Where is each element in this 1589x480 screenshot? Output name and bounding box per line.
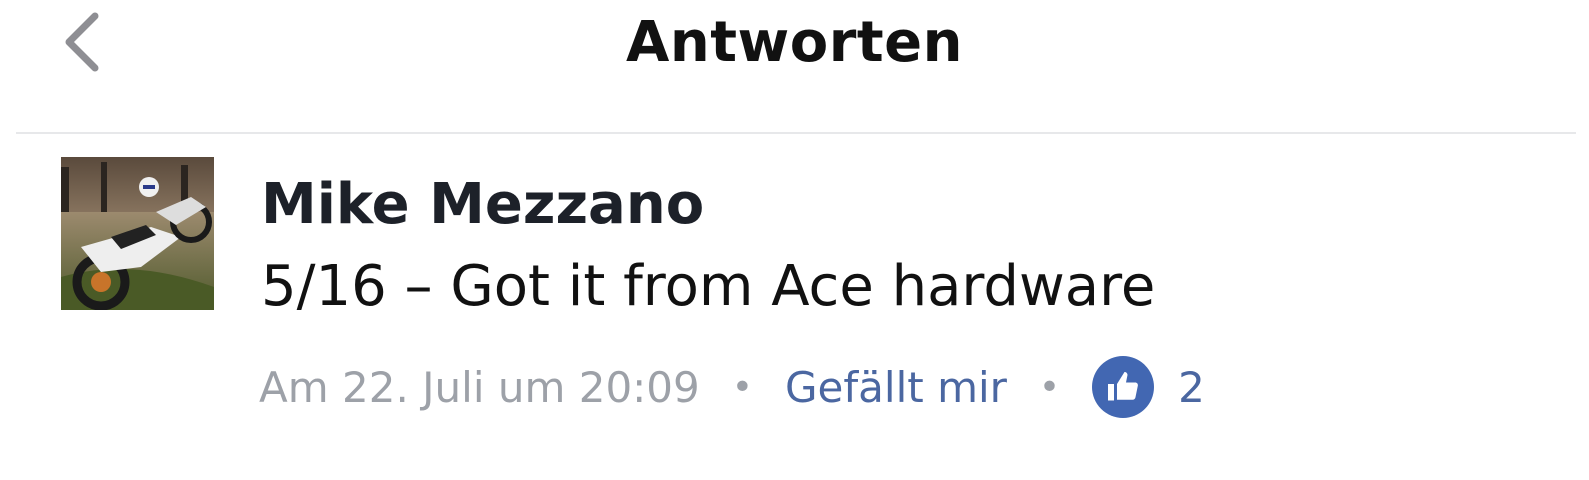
like-button[interactable]: Gefällt mir: [785, 363, 1007, 412]
thumbs-up-icon[interactable]: [1092, 356, 1155, 418]
comment-text: 5/16 – Got it from Ace hardware: [261, 254, 1156, 319]
comment-timestamp: Am 22. Juli um 20:09: [259, 362, 700, 412]
comment-meta: Am 22. Juli um 20:09 • Gefällt mir • 2: [259, 356, 1205, 418]
comment-author[interactable]: Mike Mezzano: [261, 172, 704, 237]
avatar-photo: [61, 157, 214, 310]
header-bar: Antworten: [0, 0, 1589, 134]
page-title: Antworten: [626, 10, 963, 75]
separator-dot: •: [731, 366, 753, 408]
comment-item: Mike Mezzano 5/16 – Got it from Ace hard…: [0, 134, 1589, 480]
avatar[interactable]: [61, 157, 214, 310]
like-count[interactable]: 2: [1178, 363, 1205, 412]
separator-dot: •: [1038, 366, 1061, 408]
